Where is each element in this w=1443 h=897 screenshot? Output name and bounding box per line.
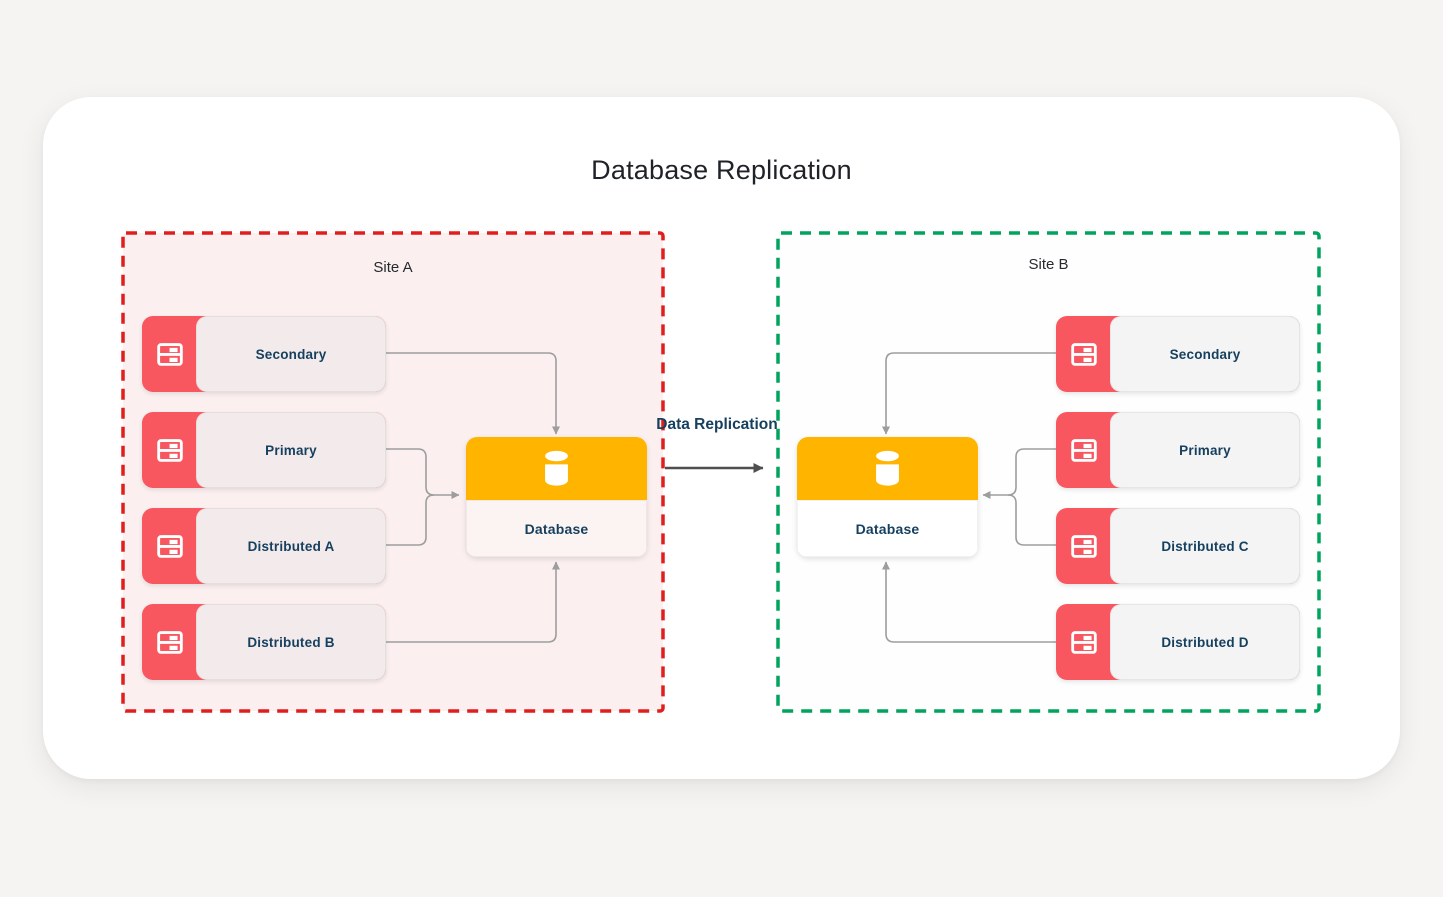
node-site-b-distributed-c: Distributed C — [1056, 508, 1300, 584]
node-label: Secondary — [1170, 347, 1241, 362]
database-label: Database — [856, 521, 920, 537]
node-site-b-secondary: Secondary — [1056, 316, 1300, 392]
node-site-b-distributed-d: Distributed D — [1056, 604, 1300, 680]
node-label: Primary — [1179, 443, 1231, 458]
database-icon — [797, 437, 978, 500]
diagram-canvas: Database Replication — [0, 0, 1443, 897]
server-icon — [1056, 316, 1111, 392]
node-label: Distributed D — [1161, 635, 1248, 650]
node-label: Distributed B — [247, 635, 334, 650]
server-icon — [142, 604, 197, 680]
node-site-a-primary: Primary — [142, 412, 386, 488]
server-icon — [1056, 604, 1111, 680]
node-site-a-distributed-a: Distributed A — [142, 508, 386, 584]
site-a-title: Site A — [122, 259, 664, 276]
node-label: Primary — [265, 443, 317, 458]
database-label: Database — [525, 521, 589, 537]
database-icon — [466, 437, 647, 500]
server-icon — [1056, 508, 1111, 584]
database-node-site-a: Database — [466, 437, 647, 557]
server-icon — [142, 316, 197, 392]
site-b-title: Site B — [777, 256, 1320, 273]
node-site-b-primary: Primary — [1056, 412, 1300, 488]
node-site-a-secondary: Secondary — [142, 316, 386, 392]
data-replication-label: Data Replication — [650, 413, 784, 436]
node-label: Distributed A — [248, 539, 335, 554]
node-label: Secondary — [256, 347, 327, 362]
server-icon — [142, 508, 197, 584]
database-node-site-b: Database — [797, 437, 978, 557]
server-icon — [142, 412, 197, 488]
server-icon — [1056, 412, 1111, 488]
node-site-a-distributed-b: Distributed B — [142, 604, 386, 680]
node-label: Distributed C — [1161, 539, 1248, 554]
